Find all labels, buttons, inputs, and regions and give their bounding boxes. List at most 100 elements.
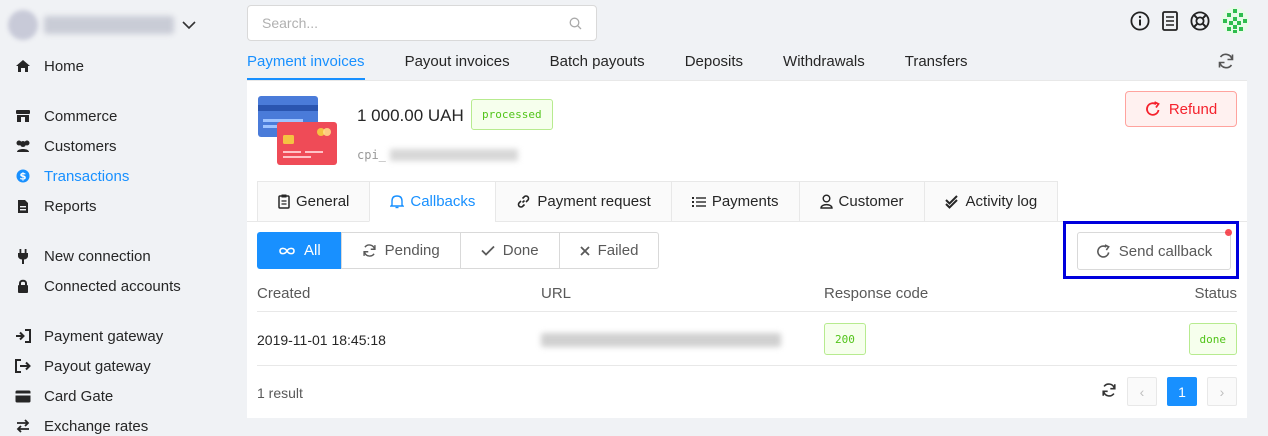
result-count: 1 result bbox=[257, 385, 303, 401]
cell-status-badge: done bbox=[1188, 323, 1237, 355]
callback-filter-group: All Pending Done Failed bbox=[257, 232, 660, 269]
filter-pending[interactable]: Pending bbox=[340, 232, 460, 269]
sidebar-item-connected-accounts[interactable]: Connected accounts bbox=[14, 274, 181, 298]
tab-deposits[interactable]: Deposits bbox=[685, 44, 743, 80]
filter-label: Failed bbox=[597, 242, 639, 259]
invoice-panel: 1 000.00 UAH processed cpi_ Refund Gener… bbox=[247, 81, 1247, 418]
filter-label: Pending bbox=[384, 242, 440, 259]
column-header-response-code: Response code bbox=[824, 285, 929, 302]
sidebar-item-label: Connected accounts bbox=[44, 277, 181, 295]
account-name-redacted bbox=[44, 16, 174, 34]
page-button-current[interactable]: 1 bbox=[1167, 377, 1197, 406]
lock-icon bbox=[14, 279, 32, 294]
double-check-icon bbox=[944, 194, 958, 209]
tab-general[interactable]: General bbox=[257, 181, 370, 222]
invoice-id-redacted bbox=[389, 149, 518, 161]
tab-payments[interactable]: Payments bbox=[670, 181, 799, 222]
lifebuoy-icon[interactable] bbox=[1190, 11, 1210, 31]
send-callback-highlight: Send callback bbox=[1063, 221, 1239, 279]
invoice-id: cpi_ bbox=[357, 148, 518, 162]
tab-withdrawals[interactable]: Withdrawals bbox=[783, 44, 865, 80]
main-tabs: Payment invoices Payout invoices Batch p… bbox=[247, 44, 1247, 81]
exchange-icon bbox=[14, 419, 32, 433]
sidebar-item-label: Customers bbox=[44, 137, 117, 155]
dollar-icon: $ bbox=[14, 169, 32, 183]
table-row[interactable]: 2019-11-01 18:45:18 200 done bbox=[257, 313, 1237, 366]
account-switcher[interactable] bbox=[8, 10, 196, 40]
refresh-icon[interactable] bbox=[1217, 52, 1235, 73]
filter-label: Done bbox=[502, 242, 539, 259]
svg-text:$: $ bbox=[20, 172, 27, 183]
user-avatar-icon[interactable] bbox=[1220, 6, 1250, 36]
sidebar-item-transactions[interactable]: $ Transactions bbox=[14, 164, 129, 188]
sidebar-item-label: Payout gateway bbox=[44, 357, 151, 375]
sidebar-item-exchange-rates[interactable]: Exchange rates bbox=[14, 414, 148, 436]
sidebar-item-reports[interactable]: Reports bbox=[14, 194, 97, 218]
filter-done[interactable]: Done bbox=[459, 232, 559, 269]
clipboard-icon bbox=[278, 194, 290, 209]
plug-icon bbox=[14, 248, 32, 264]
refund-label: Refund bbox=[1168, 100, 1218, 118]
sidebar-item-card-gate[interactable]: Card Gate bbox=[14, 384, 113, 408]
cell-created: 2019-11-01 18:45:18 bbox=[257, 332, 386, 348]
search-icon[interactable] bbox=[569, 17, 582, 30]
tab-activity-log[interactable]: Activity log bbox=[923, 181, 1059, 222]
rotate-icon bbox=[1145, 101, 1160, 116]
sign-out-icon bbox=[14, 359, 32, 373]
sidebar-item-label: Card Gate bbox=[44, 387, 114, 405]
cell-response-code: 200 bbox=[824, 323, 866, 355]
credit-cards-illustration bbox=[258, 96, 337, 165]
tab-label: Activity log bbox=[965, 193, 1038, 210]
pagination: ‹ 1 › bbox=[1101, 377, 1237, 406]
tab-payment-request[interactable]: Payment request bbox=[495, 181, 671, 222]
sidebar-item-customers[interactable]: Customers bbox=[14, 134, 117, 158]
sidebar-item-label: Home bbox=[44, 57, 85, 75]
sidebar: Home Commerce Customers $ Transactions R… bbox=[0, 0, 232, 436]
list-icon bbox=[691, 196, 706, 207]
close-icon bbox=[579, 245, 590, 256]
send-callback-button[interactable]: Send callback bbox=[1077, 232, 1231, 270]
sidebar-item-label: New connection bbox=[44, 247, 151, 265]
sidebar-item-label: Reports bbox=[44, 197, 97, 215]
info-icon[interactable] bbox=[1130, 11, 1150, 31]
tab-transfers[interactable]: Transfers bbox=[905, 44, 968, 80]
sidebar-item-commerce[interactable]: Commerce bbox=[14, 104, 117, 128]
invoice-amount: 1 000.00 UAH bbox=[357, 106, 464, 125]
tab-callbacks[interactable]: Callbacks bbox=[369, 181, 496, 222]
tab-batch-payouts[interactable]: Batch payouts bbox=[550, 44, 645, 80]
tab-label: Payments bbox=[711, 193, 779, 210]
tab-payout-invoices[interactable]: Payout invoices bbox=[405, 44, 510, 80]
file-icon bbox=[14, 199, 32, 214]
tab-label: Payment request bbox=[537, 193, 651, 210]
search-input[interactable] bbox=[262, 15, 569, 31]
rotate-icon bbox=[1096, 243, 1110, 258]
status-badge: processed bbox=[471, 99, 553, 130]
users-icon bbox=[14, 139, 32, 153]
refund-button[interactable]: Refund bbox=[1125, 91, 1237, 127]
filter-failed[interactable]: Failed bbox=[558, 232, 660, 269]
sidebar-item-payout-gateway[interactable]: Payout gateway bbox=[14, 354, 151, 378]
prev-page-button[interactable]: ‹ bbox=[1127, 377, 1157, 406]
filter-all[interactable]: All bbox=[257, 232, 341, 269]
cell-url-redacted bbox=[541, 333, 781, 347]
next-page-button[interactable]: › bbox=[1207, 377, 1237, 406]
bell-icon bbox=[390, 195, 405, 209]
store-icon bbox=[14, 109, 32, 123]
home-icon bbox=[14, 59, 32, 73]
sidebar-item-label: Transactions bbox=[44, 167, 130, 185]
top-toolbar bbox=[1130, 6, 1250, 36]
tab-customer[interactable]: Customer bbox=[798, 181, 924, 222]
sidebar-item-new-connection[interactable]: New connection bbox=[14, 244, 151, 268]
send-callback-label: Send callback bbox=[1118, 242, 1213, 260]
sidebar-item-home[interactable]: Home bbox=[14, 54, 84, 78]
user-icon bbox=[819, 194, 833, 209]
card-icon bbox=[14, 390, 32, 403]
account-avatar bbox=[8, 10, 38, 40]
tab-payment-invoices[interactable]: Payment invoices bbox=[247, 44, 365, 80]
sidebar-item-label: Exchange rates bbox=[44, 417, 149, 435]
sidebar-item-payment-gateway[interactable]: Payment gateway bbox=[14, 324, 163, 348]
document-icon[interactable] bbox=[1160, 11, 1180, 31]
reload-icon[interactable] bbox=[1101, 382, 1117, 401]
chevron-down-icon bbox=[182, 21, 196, 30]
sidebar-item-label: Payment gateway bbox=[44, 327, 164, 345]
